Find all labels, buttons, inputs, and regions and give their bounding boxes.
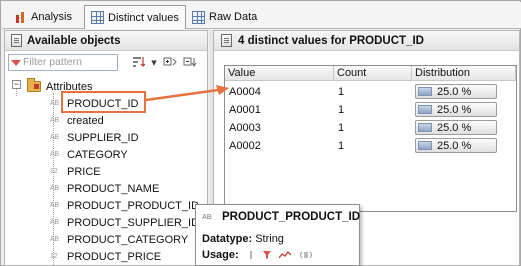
string-type-icon: AB: [50, 219, 59, 226]
datatype-value: String: [255, 233, 284, 245]
table-row[interactable]: A0001 1 25.0 %: [225, 101, 516, 119]
number-type-icon: 12: [50, 253, 58, 260]
column-header-distribution[interactable]: Distribution: [412, 66, 516, 81]
aggregate-icon: [278, 251, 291, 259]
group-icon: [299, 251, 312, 259]
filter-input[interactable]: Filter pattern: [8, 53, 118, 71]
tree-item-label: PRODUCT_SUPPLIER_ID: [67, 216, 200, 229]
tab-strip: Analysis Distinct values Raw Data: [2, 2, 521, 29]
tree-item-product-product-id[interactable]: AB PRODUCT_PRODUCT_ID: [50, 197, 199, 214]
tree-line: [16, 89, 17, 96]
string-type-icon: AB: [50, 202, 59, 209]
expand-all-icon[interactable]: [162, 54, 178, 70]
table-row[interactable]: A0002 1 25.0 %: [225, 137, 516, 155]
tree-item-supplier-id[interactable]: AB SUPPLIER_ID: [50, 129, 139, 146]
window-frame: Analysis Distinct values Raw Data Availa…: [0, 0, 521, 266]
tooltip-datatype: Datatype: String: [202, 233, 284, 245]
string-type-icon: AB: [50, 117, 59, 124]
column-header-count[interactable]: Count: [334, 66, 412, 81]
tooltip-usage: Usage:: [202, 249, 313, 261]
cell-count: 1: [338, 140, 345, 152]
tree-item-product-price[interactable]: 12 PRODUCT_PRICE: [50, 248, 161, 265]
cell-distribution: 25.0 %: [437, 121, 472, 134]
filter-icon: [11, 59, 21, 66]
tree-item-created[interactable]: AB created: [50, 112, 104, 129]
table-icon: [91, 11, 104, 24]
filter-placeholder: Filter pattern: [23, 56, 82, 68]
distribution-fill: [418, 123, 432, 132]
cell-value: A0004: [229, 86, 261, 98]
table-icon: [192, 10, 205, 24]
collapse-all-icon[interactable]: [182, 54, 198, 70]
filter-icon: [262, 251, 271, 260]
cell-count: 1: [338, 104, 345, 116]
values-table: Value Count Distribution A0004 1 25.0 % …: [224, 65, 517, 212]
tree-item-product-supplier-id[interactable]: AB PRODUCT_SUPPLIER_ID: [50, 214, 199, 231]
panel-header: Available objects: [5, 31, 207, 51]
cell-count: 1: [338, 86, 345, 98]
tree-item-category[interactable]: AB CATEGORY: [50, 146, 128, 163]
cell-value: A0001: [229, 104, 261, 116]
distribution-bar: 25.0 %: [415, 120, 497, 135]
string-type-icon: AB: [50, 236, 59, 243]
cell-count: 1: [338, 122, 345, 134]
tree-item-label: PRODUCT_PRODUCT_ID: [67, 199, 200, 212]
cell-distribution: 25.0 %: [437, 85, 472, 98]
column-header-value[interactable]: Value: [225, 66, 334, 81]
object-tooltip: AB PRODUCT_PRODUCT_ID Datatype: String U…: [195, 204, 360, 266]
tooltip-title: AB PRODUCT_PRODUCT_ID: [202, 211, 360, 223]
cell-distribution: 25.0 %: [437, 139, 472, 152]
tree-item-product-name[interactable]: AB PRODUCT_NAME: [50, 180, 159, 197]
panel-header: 4 distinct values for PRODUCT_ID: [214, 31, 519, 51]
tree-item-label: PRODUCT_NAME: [67, 182, 160, 195]
tab-analysis[interactable]: Analysis: [8, 6, 78, 28]
table-row[interactable]: A0004 1 25.0 %: [225, 83, 516, 101]
callout-arrow: [145, 85, 229, 102]
string-type-icon: AB: [50, 185, 59, 192]
distribution-bar: 25.0 %: [415, 102, 497, 117]
distribution-fill: [418, 105, 432, 114]
tab-label: Raw Data: [209, 11, 258, 23]
tab-label: Analysis: [31, 11, 72, 23]
document-icon: [221, 34, 232, 47]
collapse-toggle[interactable]: −: [12, 80, 21, 89]
pin-icon: [250, 251, 252, 260]
dropdown-icon[interactable]: ▾: [150, 54, 158, 70]
number-type-icon: 12: [50, 168, 58, 175]
tooltip-title-text: PRODUCT_PRODUCT_ID: [222, 211, 361, 223]
folder-icon: [27, 78, 41, 92]
available-objects-panel: Available objects Filter pattern ▾ − Att…: [4, 30, 208, 266]
distribution-bar: 25.0 %: [415, 138, 497, 153]
usage-label: Usage:: [202, 249, 239, 261]
document-icon: [11, 34, 22, 47]
distribution-fill: [418, 87, 432, 96]
table-row[interactable]: A0003 1 25.0 %: [225, 119, 516, 137]
tab-label: Distinct values: [108, 11, 179, 24]
tree-item-label: SUPPLIER_ID: [67, 131, 139, 144]
tab-distinct-values[interactable]: Distinct values: [84, 5, 186, 29]
tree-item-label: created: [67, 114, 104, 127]
tab-raw-data[interactable]: Raw Data: [186, 6, 263, 28]
string-type-icon: AB: [50, 151, 59, 158]
filter-toolbar: Filter pattern ▾: [5, 51, 207, 73]
distribution-fill: [418, 141, 432, 150]
string-type-icon: AB: [202, 213, 212, 221]
panel-title: Available objects: [27, 34, 121, 47]
bar-chart-icon: [14, 11, 27, 24]
sort-icon[interactable]: [130, 54, 146, 70]
panel-title: 4 distinct values for PRODUCT_ID: [238, 34, 424, 47]
cell-value: A0003: [229, 122, 261, 134]
distribution-bar: 25.0 %: [415, 84, 497, 99]
string-type-icon: AB: [50, 134, 59, 141]
tree-item-label: PRODUCT_PRICE: [67, 250, 162, 263]
highlight-callout: [61, 91, 146, 113]
tree-item-label: PRICE: [67, 165, 101, 178]
tree-item-label: CATEGORY: [67, 148, 128, 161]
cell-value: A0002: [229, 140, 261, 152]
datatype-label: Datatype:: [202, 233, 253, 245]
tree-item-price[interactable]: 12 PRICE: [50, 163, 101, 180]
tree-item-label: PRODUCT_CATEGORY: [67, 233, 189, 246]
tree-item-product-category[interactable]: AB PRODUCT_CATEGORY: [50, 231, 188, 248]
cell-distribution: 25.0 %: [437, 103, 472, 116]
